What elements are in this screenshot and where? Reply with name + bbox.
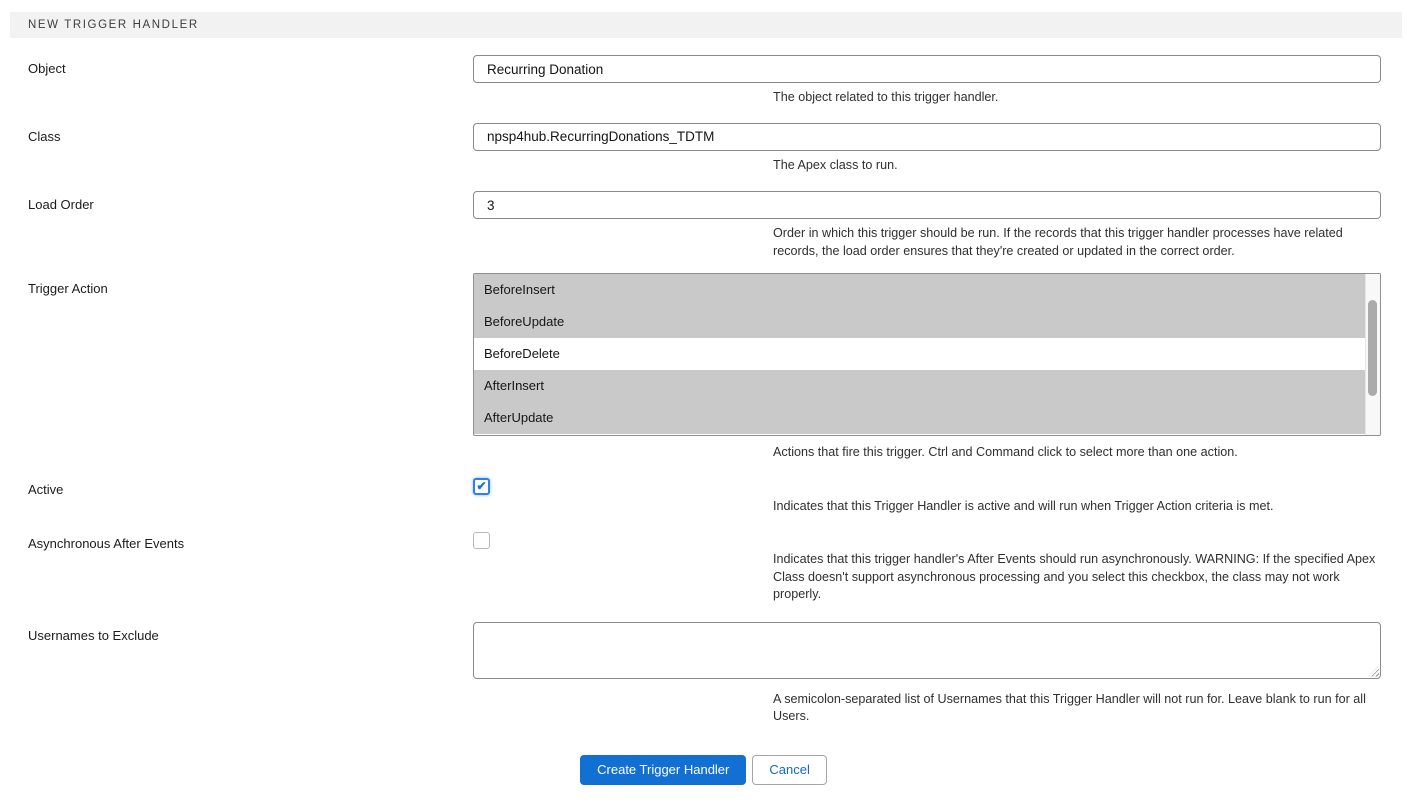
trigger-action-listbox[interactable]: BeforeInsert BeforeUpdate BeforeDelete A…: [473, 273, 1381, 436]
listbox-scrollbar-thumb[interactable]: [1368, 300, 1377, 396]
trigger-action-option-afterinsert[interactable]: AfterInsert: [474, 370, 1365, 402]
trigger-action-option-afterupdate[interactable]: AfterUpdate: [474, 402, 1365, 434]
trigger-action-help-text: Actions that fire this trigger. Ctrl and…: [773, 444, 1381, 462]
form-row-usernames-to-exclude: Usernames to Exclude A semicolon-separat…: [0, 622, 1407, 726]
async-after-events-label: Asynchronous After Events: [0, 530, 473, 604]
trigger-action-option-beforeupdate[interactable]: BeforeUpdate: [474, 306, 1365, 338]
class-help-text: The Apex class to run.: [773, 157, 1381, 175]
page-title: NEW TRIGGER HANDLER: [10, 12, 1402, 38]
load-order-help-text: Order in which this trigger should be ru…: [773, 225, 1381, 260]
object-label: Object: [0, 55, 473, 107]
form-row-active: Active Indicates that this Trigger Handl…: [0, 476, 1407, 516]
active-checkbox[interactable]: [473, 478, 490, 495]
trigger-action-option-beforeinsert[interactable]: BeforeInsert: [474, 274, 1365, 306]
usernames-to-exclude-label: Usernames to Exclude: [0, 622, 473, 726]
active-label: Active: [0, 476, 473, 516]
load-order-input[interactable]: [473, 191, 1381, 219]
form-row-object: Object The object related to this trigge…: [0, 55, 1407, 107]
form-row-trigger-action: Trigger Action BeforeInsert BeforeUpdate…: [0, 273, 1407, 462]
form-actions: Create Trigger Handler Cancel: [0, 755, 1407, 785]
load-order-label: Load Order: [0, 191, 473, 260]
class-label: Class: [0, 123, 473, 175]
object-input[interactable]: [473, 55, 1381, 83]
trigger-action-option-beforedelete[interactable]: BeforeDelete: [474, 338, 1365, 370]
cancel-button[interactable]: Cancel: [752, 755, 826, 785]
form-row-async-after-events: Asynchronous After Events Indicates that…: [0, 530, 1407, 604]
form-row-load-order: Load Order Order in which this trigger s…: [0, 191, 1407, 260]
usernames-to-exclude-textarea[interactable]: [473, 622, 1381, 679]
active-help-text: Indicates that this Trigger Handler is a…: [773, 498, 1381, 516]
trigger-action-label: Trigger Action: [0, 273, 473, 462]
async-after-events-help-text: Indicates that this trigger handler's Af…: [773, 551, 1381, 604]
create-trigger-handler-button[interactable]: Create Trigger Handler: [580, 755, 746, 785]
form-row-class: Class The Apex class to run.: [0, 123, 1407, 175]
listbox-scrollbar-track[interactable]: [1365, 274, 1380, 435]
object-help-text: The object related to this trigger handl…: [773, 89, 1381, 107]
usernames-to-exclude-help-text: A semicolon-separated list of Usernames …: [773, 691, 1381, 726]
class-input[interactable]: [473, 123, 1381, 151]
async-after-events-checkbox[interactable]: [473, 532, 490, 549]
